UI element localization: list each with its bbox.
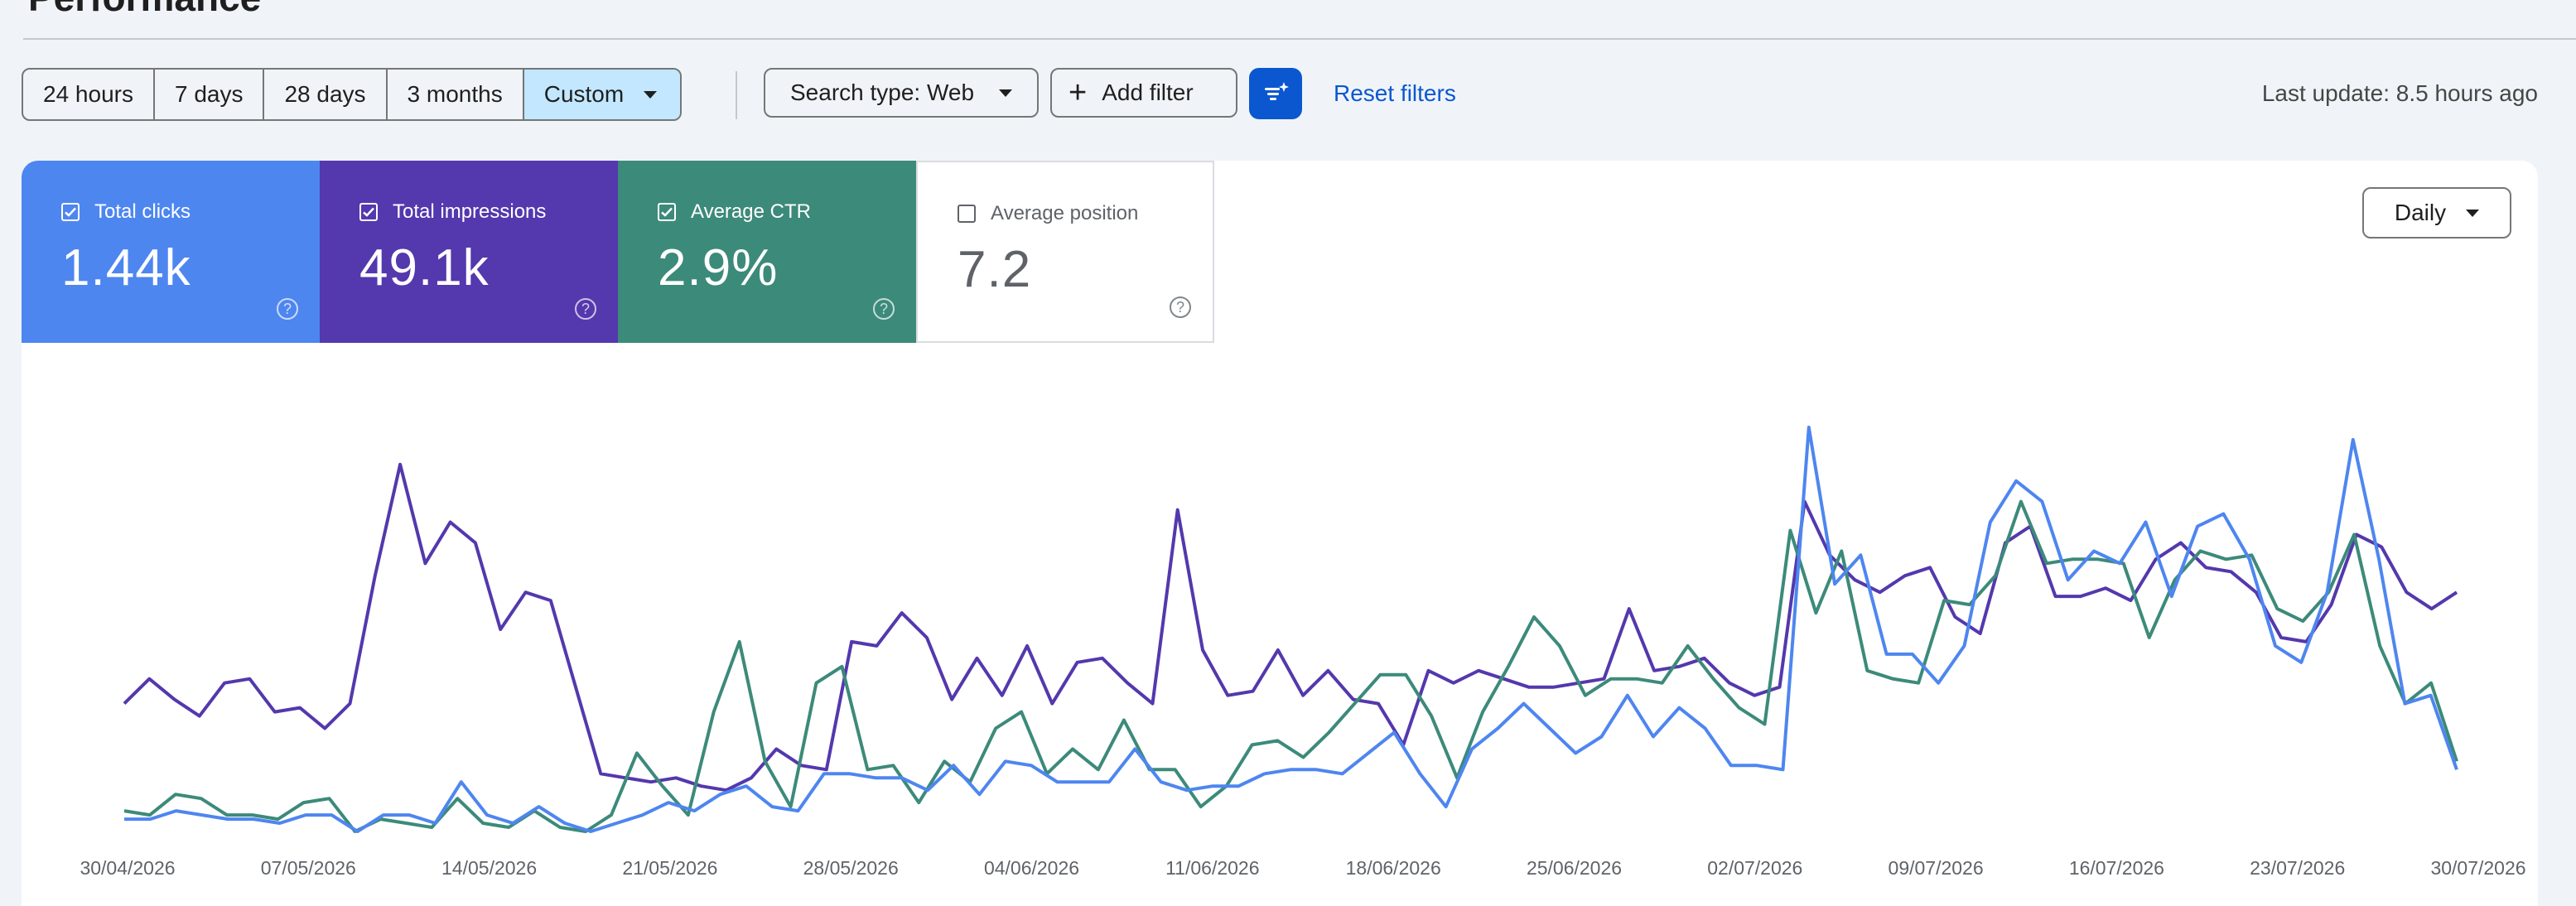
x-tick-label: 30/04/2026: [80, 857, 175, 879]
range-28-days-button[interactable]: 28 days: [264, 70, 388, 119]
caret-down-icon: [2466, 209, 2480, 217]
last-update-text: Last update: 8.5 hours ago: [2261, 80, 2538, 106]
metric-label-row: Total clicks: [61, 200, 320, 224]
granularity-dropdown[interactable]: Daily: [2362, 187, 2511, 239]
metric-label: Total clicks: [94, 200, 191, 223]
search-type-dropdown[interactable]: Search type: Web: [764, 68, 1039, 118]
series-line-total-impressions: [123, 462, 2458, 793]
range-24-hours-button[interactable]: 24 hours: [23, 70, 155, 119]
x-tick-label: 14/05/2026: [441, 857, 537, 879]
performance-card: 30/04/2026 07/05/2026 14/05/2026 21/05/2026…: [22, 161, 2538, 906]
checkbox-checked-icon[interactable]: [359, 203, 378, 221]
help-icon[interactable]: ?: [575, 298, 596, 320]
range-custom-button[interactable]: Custom: [523, 70, 681, 119]
caret-down-icon: [644, 90, 658, 99]
metric-value: 2.9%: [658, 239, 779, 296]
x-tick-label: 23/07/2026: [2250, 857, 2345, 879]
page-title: Performance: [28, 0, 261, 20]
x-tick-label: 11/06/2026: [1165, 857, 1259, 879]
header-divider: [23, 38, 2576, 40]
date-range-group: 24 hours 7 days 28 days 3 months Custom: [22, 68, 683, 121]
plus-icon: +: [1069, 75, 1088, 110]
metric-label-row: Average position: [958, 202, 1213, 225]
x-tick-label: 30/07/2026: [2430, 857, 2525, 879]
reset-filters-link[interactable]: Reset filters: [1334, 68, 1456, 119]
metric-card-average-ctr[interactable]: Average CTR 2.9% ?: [618, 161, 916, 343]
add-filter-label: Add filter: [1102, 80, 1194, 105]
metric-card-total-impressions[interactable]: Total impressions 49.1k ?: [320, 161, 618, 343]
x-tick-label: 21/05/2026: [622, 857, 717, 879]
x-tick-label: 02/07/2026: [1707, 857, 1802, 879]
metric-label: Average CTR: [691, 200, 811, 223]
x-tick-label: 18/06/2026: [1346, 857, 1441, 879]
metric-value: 7.2: [958, 241, 1032, 298]
checkbox-checked-icon[interactable]: [658, 203, 676, 221]
metric-card-average-position[interactable]: Average position 7.2 ?: [916, 161, 1214, 343]
x-tick-label: 09/07/2026: [1889, 857, 1984, 879]
range-7-days-button[interactable]: 7 days: [155, 70, 265, 119]
help-icon[interactable]: ?: [873, 298, 895, 320]
x-tick-label: 16/07/2026: [2069, 857, 2164, 879]
x-tick-label: 28/05/2026: [803, 857, 899, 879]
metric-label-row: Total impressions: [359, 200, 618, 224]
filter-sparkle-icon: [1265, 82, 1289, 100]
metric-value: 49.1k: [359, 239, 490, 296]
checkbox-checked-icon[interactable]: [61, 203, 80, 221]
search-type-label: Search type: Web: [790, 80, 975, 105]
series-line-total-clicks: [124, 426, 2458, 833]
series-line-average-ctr: [123, 499, 2458, 833]
checkbox-unchecked-icon[interactable]: [958, 205, 976, 223]
toolbar: 24 hours 7 days 28 days 3 months Custom …: [22, 68, 2538, 121]
x-tick-label: 04/06/2026: [984, 857, 1079, 879]
x-tick-label: 07/05/2026: [261, 857, 356, 879]
x-tick-label: 25/06/2026: [1527, 857, 1622, 879]
metric-label-row: Average CTR: [658, 200, 916, 224]
help-icon[interactable]: ?: [1170, 296, 1191, 318]
granularity-label: Daily: [2394, 200, 2447, 225]
metric-label: Total impressions: [393, 200, 547, 223]
caret-down-icon: [999, 89, 1012, 97]
help-icon[interactable]: ?: [277, 298, 298, 320]
metric-value: 1.44k: [61, 239, 191, 296]
filter-sparkle-button[interactable]: [1249, 68, 1302, 119]
range-custom-label: Custom: [543, 81, 625, 107]
metric-label: Average position: [991, 202, 1139, 224]
add-filter-button[interactable]: + Add filter: [1050, 68, 1237, 118]
metric-card-total-clicks[interactable]: Total clicks 1.44k ?: [22, 161, 320, 343]
toolbar-divider: [736, 71, 737, 119]
range-3-months-button[interactable]: 3 months: [388, 70, 524, 119]
